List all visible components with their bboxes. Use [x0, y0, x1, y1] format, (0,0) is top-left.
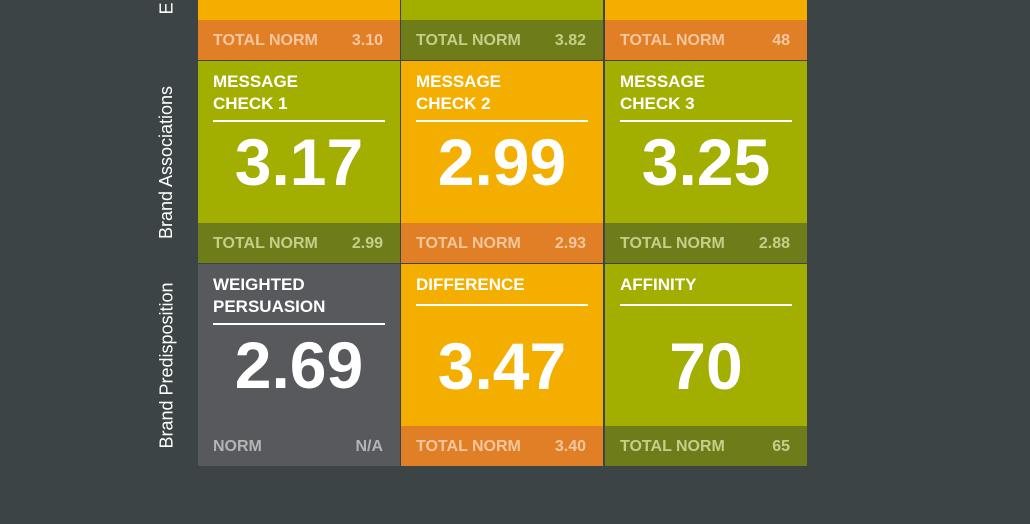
row-label-exposure-text: E: [156, 1, 177, 15]
tile-title-line-1: AFFINITY: [620, 275, 697, 294]
tile-top-1-header: [198, 0, 400, 20]
tile-top-1-norm-bar: TOTAL NORM 3.10: [198, 20, 400, 60]
norm-value: 3.82: [554, 32, 586, 49]
tile-title: MESSAGE CHECK 3: [620, 71, 792, 115]
tile-score: 70: [669, 329, 743, 403]
tile-divider: [416, 304, 588, 306]
norm-label: TOTAL NORM: [416, 32, 521, 49]
tile-divider: [213, 120, 385, 122]
tile-norm-bar: TOTAL NORM 2.93: [401, 223, 603, 263]
tile-title-line-2: CHECK 2: [416, 94, 491, 113]
tile-title-line-1: WEIGHTED: [213, 275, 305, 294]
row-label-brand-associations: Brand Associations: [137, 61, 197, 263]
norm-label: TOTAL NORM: [620, 438, 725, 455]
norm-label: TOTAL NORM: [416, 235, 521, 252]
norm-label: NORM: [213, 438, 262, 455]
tile-title: MESSAGE CHECK 1: [213, 71, 385, 115]
tile-top-3: TOTAL NORM 48: [605, 0, 807, 60]
tile-title: WEIGHTED PERSUASION: [213, 274, 385, 318]
row-label-brand-associations-text: Brand Associations: [156, 85, 177, 239]
tile-title-line-2: CHECK 1: [213, 94, 288, 113]
norm-value: N/A: [355, 438, 383, 455]
tile-top-3-norm-bar: TOTAL NORM 48: [605, 20, 807, 60]
norm-label: TOTAL NORM: [620, 235, 725, 252]
row-label-brand-predisposition: Brand Predisposition: [137, 264, 197, 466]
tile-norm-bar: TOTAL NORM 2.88: [605, 223, 807, 263]
norm-label: TOTAL NORM: [213, 32, 318, 49]
tile-score: 3.25: [641, 125, 771, 199]
tile-score: 2.69: [234, 328, 364, 402]
tile-norm-bar: TOTAL NORM 65: [605, 426, 807, 466]
tile-top-3-header: [605, 0, 807, 20]
tile-divider: [416, 120, 588, 122]
norm-label: TOTAL NORM: [213, 235, 318, 252]
norm-label: TOTAL NORM: [416, 438, 521, 455]
norm-value: 2.99: [351, 235, 383, 252]
tile-divider: [620, 120, 792, 122]
norm-value: 3.40: [554, 438, 586, 455]
tile-message-check-1: MESSAGE CHECK 1 3.17 TOTAL NORM 2.99: [198, 61, 400, 263]
tile-top-2: TOTAL NORM 3.82: [401, 0, 603, 60]
tile-title: AFFINITY: [620, 274, 792, 296]
tile-norm-bar: TOTAL NORM 2.99: [198, 223, 400, 263]
tile-title: DIFFERENCE: [416, 274, 588, 296]
norm-value: 48: [772, 32, 790, 49]
tile-title-line-2: PERSUASION: [213, 297, 326, 316]
tile-title-line-1: DIFFERENCE: [416, 275, 525, 294]
tile-top-1: TOTAL NORM 3.10: [198, 0, 400, 60]
tile-divider: [213, 323, 385, 325]
tile-affinity: AFFINITY 70 TOTAL NORM 65: [605, 264, 807, 466]
row-label-exposure: E: [137, 0, 197, 60]
norm-label: TOTAL NORM: [620, 32, 725, 49]
tile-difference: DIFFERENCE 3.47 TOTAL NORM 3.40: [401, 264, 603, 466]
tile-title-line-1: MESSAGE: [620, 72, 706, 91]
row-label-brand-predisposition-text: Brand Predisposition: [156, 281, 177, 449]
tile-top-2-norm-bar: TOTAL NORM 3.82: [401, 20, 603, 60]
tile-score: 3.47: [437, 329, 567, 403]
tile-norm-bar: NORM N/A: [198, 426, 400, 466]
norm-value: 2.88: [758, 235, 790, 252]
tile-top-2-header: [401, 0, 603, 20]
tile-title-line-1: MESSAGE: [416, 72, 502, 91]
norm-value: 3.10: [351, 32, 383, 49]
tile-message-check-2: MESSAGE CHECK 2 2.99 TOTAL NORM 2.93: [401, 61, 603, 263]
tile-message-check-3: MESSAGE CHECK 3 3.25 TOTAL NORM 2.88: [605, 61, 807, 263]
norm-value: 2.93: [554, 235, 586, 252]
tile-divider: [620, 304, 792, 306]
tile-title-line-2: CHECK 3: [620, 94, 695, 113]
tile-norm-bar: TOTAL NORM 3.40: [401, 426, 603, 466]
tile-weighted-persuasion: WEIGHTED PERSUASION 2.69 NORM N/A: [198, 264, 400, 466]
norm-value: 65: [772, 438, 790, 455]
tile-title: MESSAGE CHECK 2: [416, 71, 588, 115]
tile-score: 2.99: [437, 125, 567, 199]
tile-score: 3.17: [234, 125, 364, 199]
tile-title-line-1: MESSAGE: [213, 72, 299, 91]
